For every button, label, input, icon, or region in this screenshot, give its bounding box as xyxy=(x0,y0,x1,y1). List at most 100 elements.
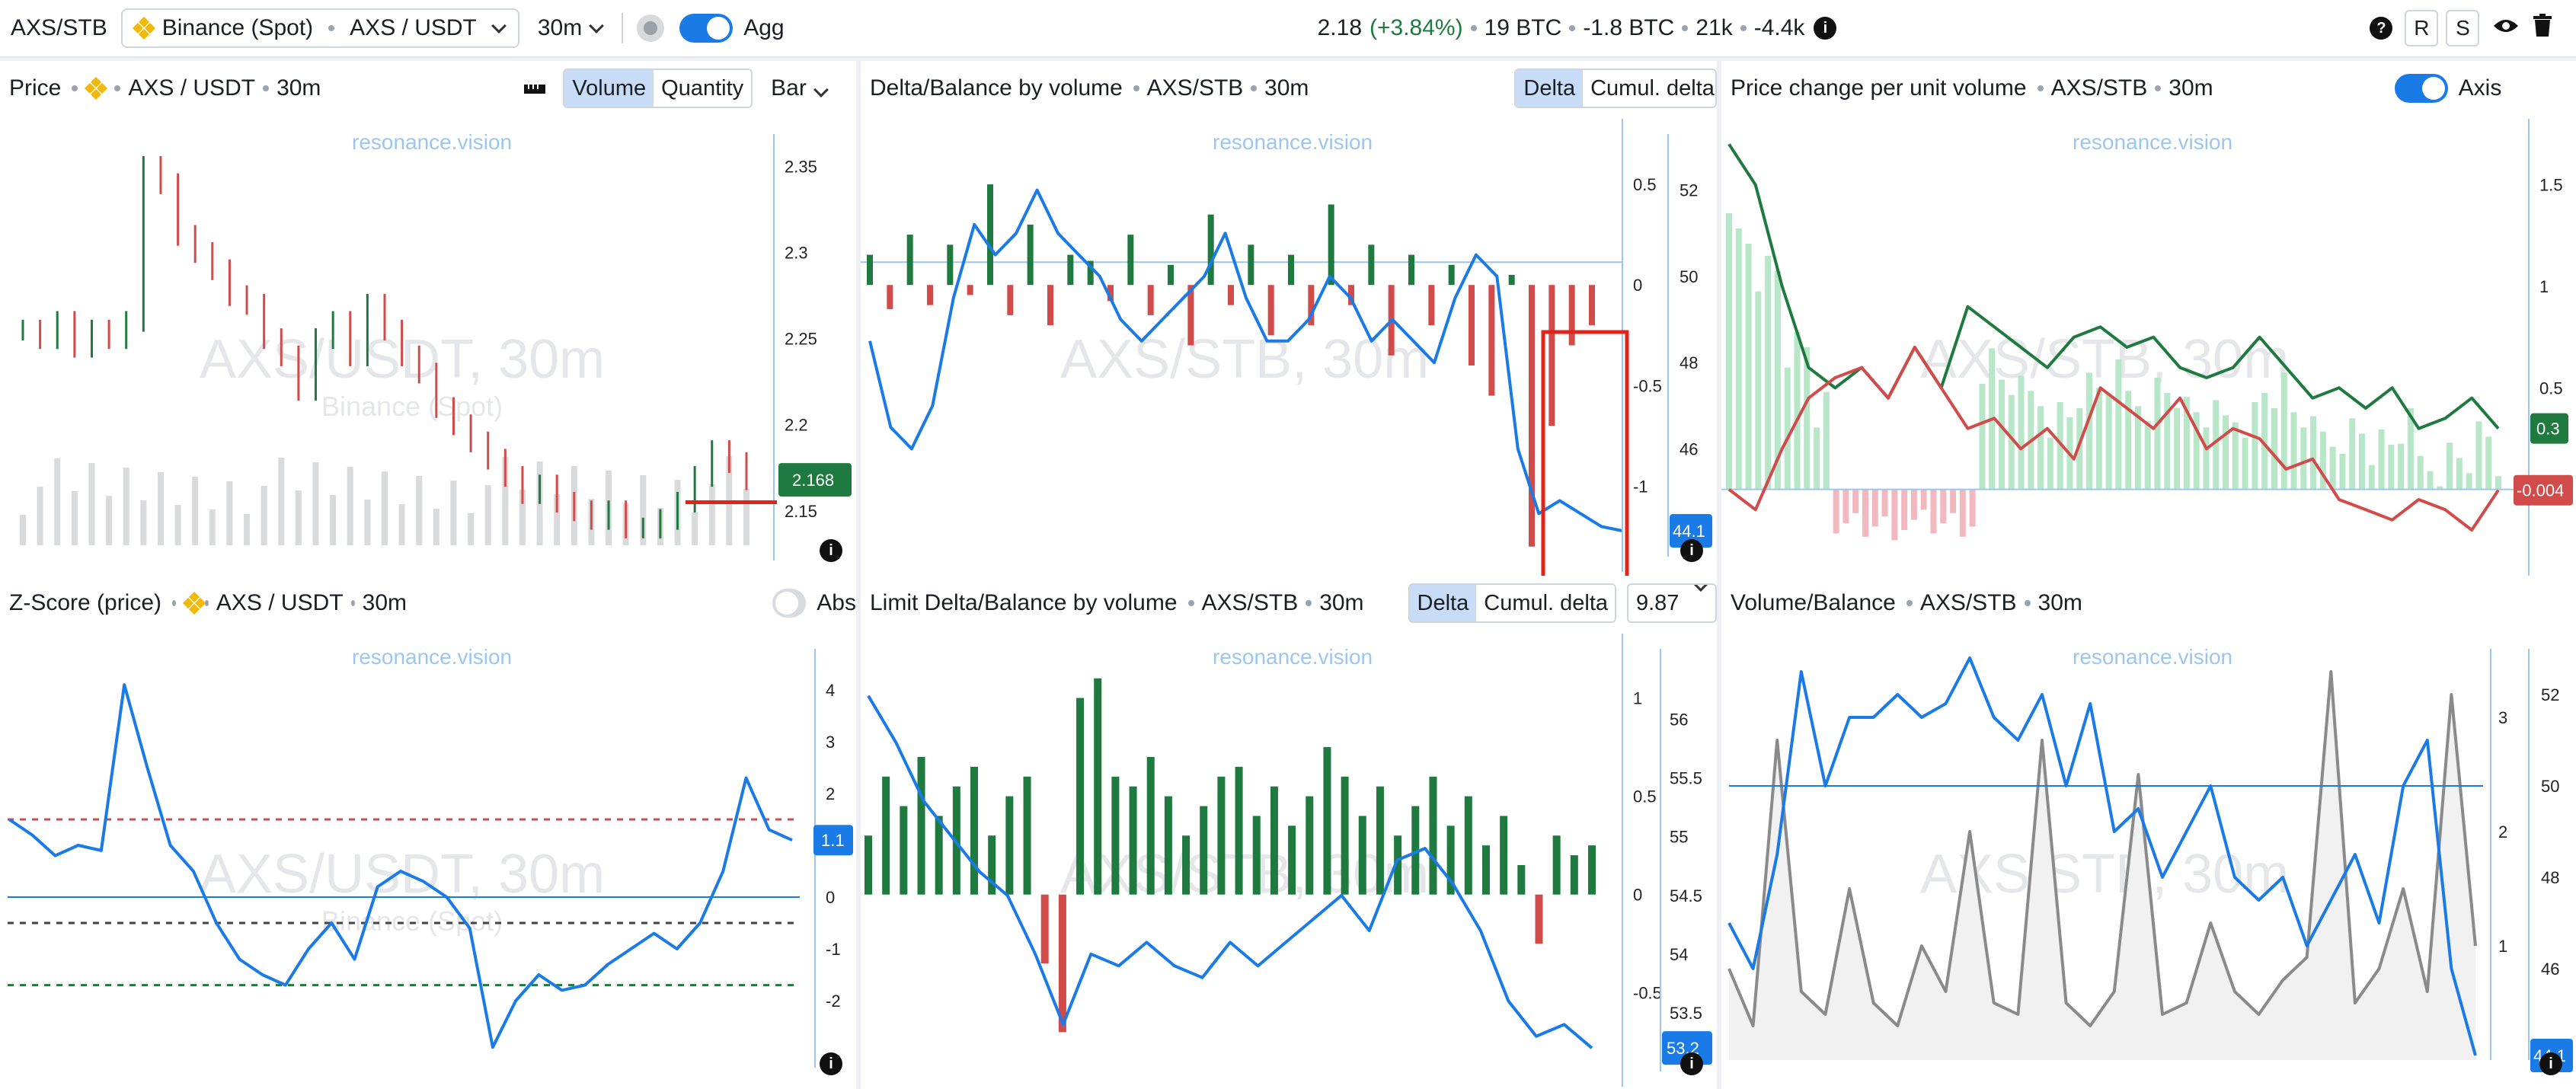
zscore-panel-header: Z-Score (price) AXS / USDT 30m Abs xyxy=(0,576,856,631)
pair-name: AXS / USDT xyxy=(350,15,477,40)
change-bar xyxy=(2164,393,2171,490)
info-icon[interactable]: i xyxy=(820,539,842,562)
price-chart[interactable]: resonance.visionAXS/USDT, 30mBinance (Sp… xyxy=(0,119,856,576)
delta-chart[interactable]: resonance.visionAXS/STB, 30m0.50-0.5-152… xyxy=(861,119,1717,576)
delta-bar xyxy=(900,806,908,895)
volume-bar xyxy=(692,513,698,545)
info-icon[interactable]: i xyxy=(2539,1052,2562,1075)
panel-title: Limit Delta/Balance by volume xyxy=(870,590,1178,615)
trash-icon[interactable] xyxy=(2533,14,2552,43)
y-tick-label: -0.5 xyxy=(1633,984,1662,1003)
y-tick-label: -1 xyxy=(1633,477,1648,497)
change-bar xyxy=(2280,372,2287,490)
panel-title: Delta/Balance by volume xyxy=(870,75,1123,101)
delta-bar xyxy=(1529,285,1535,547)
volume-option[interactable]: Volume xyxy=(564,70,654,107)
delta-bar xyxy=(1235,766,1243,895)
volume-bar xyxy=(37,487,43,545)
change-bar xyxy=(1765,256,1772,490)
exchange-pair-select[interactable]: Binance (Spot) AXS / USDT xyxy=(120,8,519,48)
change-bar xyxy=(2223,415,2229,490)
panel-interval: 30m xyxy=(1319,590,1364,615)
record-button[interactable] xyxy=(637,14,665,42)
volume-tick-label: 1 xyxy=(2498,937,2507,956)
change-bar xyxy=(1735,228,1742,490)
balance-tag-label: 44.1 xyxy=(1673,522,1705,541)
panel-interval: 30m xyxy=(276,75,321,101)
help-icon[interactable]: ? xyxy=(2370,17,2393,40)
change-bar xyxy=(2271,408,2277,490)
delta-option[interactable]: Delta xyxy=(1409,585,1477,621)
volume-bar xyxy=(71,491,78,545)
volbal-chart[interactable]: resonance.visionAXS/STB, 30m321525048464… xyxy=(1721,634,2576,1089)
panel-pair: AXS/STB xyxy=(2050,75,2148,101)
delta-bar xyxy=(1248,244,1254,286)
axis-toggle[interactable] xyxy=(2394,74,2448,103)
info-icon[interactable]: i xyxy=(1680,539,1703,562)
y-tick-label: -1 xyxy=(826,940,841,959)
agg-toggle[interactable] xyxy=(679,14,733,43)
info-icon[interactable]: i xyxy=(1680,1052,1703,1075)
zscore-chart[interactable]: resonance.vision AXS/USDT, 30mBinance (Sp… xyxy=(0,634,856,1089)
change-bar xyxy=(2417,455,2424,490)
delta-bar xyxy=(1508,275,1515,286)
quantity-option[interactable]: Quantity xyxy=(654,70,751,107)
eye-icon[interactable] xyxy=(2493,15,2519,41)
cumul-delta-option[interactable]: Cumul. delta xyxy=(1476,585,1615,621)
panel-pair: AXS / USDT xyxy=(216,590,344,615)
change-bar xyxy=(2398,443,2405,490)
limit-threshold-select[interactable]: 9.87 xyxy=(1626,583,1717,623)
delta-bar xyxy=(987,184,993,286)
change-bar xyxy=(1891,489,1898,541)
volume-bar xyxy=(743,489,749,545)
price-change-volume-panel: Price change per unit volume AXS/STB 30m … xyxy=(1721,61,2576,576)
ruler-icon[interactable] xyxy=(523,75,546,101)
pcv-chart[interactable]: resonance.vision AXS/STB, 30m 1.5 1 0.5 0.3 -0… xyxy=(1721,119,2576,576)
chart-type-label: Bar xyxy=(771,75,807,101)
delta-bar xyxy=(1129,786,1137,895)
delta-mode-toggle[interactable]: Delta Cumul. delta xyxy=(1514,69,1717,108)
change-bar xyxy=(1998,379,2005,490)
price-change: (+3.84%) xyxy=(1369,15,1463,40)
change-bar xyxy=(1871,489,1878,527)
volume-quantity-toggle[interactable]: Volume Quantity xyxy=(563,69,753,108)
chart-type-select[interactable]: Bar xyxy=(771,75,829,101)
panel-interval: 30m xyxy=(1264,75,1309,101)
delta-bar xyxy=(1323,747,1331,895)
change-bar xyxy=(1755,291,1762,490)
interval-select[interactable]: 30m xyxy=(538,15,605,41)
info-icon[interactable]: i xyxy=(820,1052,842,1075)
panel-title: Price change per unit volume xyxy=(1731,75,2027,101)
volume-bar xyxy=(312,462,319,545)
limit-chart[interactable]: resonance.visionAXS/STB, 30m10.50-0.5565… xyxy=(861,634,1717,1089)
delta-balance-panel: Delta/Balance by volume AXS/STB 30m Delta… xyxy=(861,61,1717,576)
delta-bar xyxy=(1429,776,1437,895)
delta-bar xyxy=(1027,224,1034,286)
delta-bar xyxy=(1589,285,1595,326)
delta-bar xyxy=(1469,285,1475,366)
change-bar xyxy=(1940,489,1947,524)
delta-bar xyxy=(1040,894,1049,964)
change-bar xyxy=(2427,471,2434,490)
change-bar xyxy=(2144,421,2151,490)
s-button[interactable]: S xyxy=(2446,10,2480,46)
r-button[interactable]: R xyxy=(2405,10,2439,46)
interval-label: 30m xyxy=(537,15,583,40)
volume-tick-label: 2 xyxy=(2498,822,2507,842)
info-icon[interactable]: i xyxy=(1814,17,1837,40)
delta-bar xyxy=(927,285,933,305)
delta-bar xyxy=(1217,776,1226,895)
cumul-delta-option[interactable]: Cumul. delta xyxy=(1583,70,1715,107)
delta-bar xyxy=(1207,214,1214,286)
delta-option[interactable]: Delta xyxy=(1516,70,1584,107)
delta-bar xyxy=(1005,796,1014,895)
delta-panel-header: Delta/Balance by volume AXS/STB 30m Delta… xyxy=(861,61,1717,116)
change-bar xyxy=(2495,476,2501,490)
price-panel-header: Price AXS / USDT 30m Volume Quantity Bar xyxy=(0,61,856,116)
limit-delta-mode-toggle[interactable]: Delta Cumul. delta xyxy=(1408,583,1616,623)
change-bar xyxy=(1969,489,1976,527)
delta-bar xyxy=(1182,835,1191,895)
abs-toggle[interactable] xyxy=(772,589,807,618)
change-bar xyxy=(1862,489,1868,537)
panel-interval: 30m xyxy=(2169,75,2213,101)
